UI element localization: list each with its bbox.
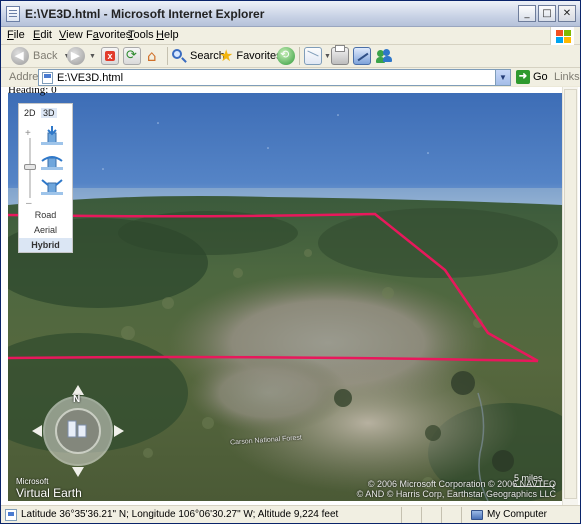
zoom-handle[interactable]	[24, 164, 36, 170]
map-3d-view[interactable]: 2D 3D + – Road Aerial Hybrid N Carson Na…	[8, 93, 562, 501]
minimize-button[interactable]: _	[518, 5, 536, 22]
toolbar: ◀ Back ▼ ▶ ▼ x ⟳ ⌂	[1, 45, 580, 67]
style-road-button[interactable]: Road	[19, 208, 72, 222]
ve-logo-small: Microsoft	[16, 477, 49, 486]
search-icon	[171, 48, 187, 64]
tilt-down-icon[interactable]	[39, 126, 65, 146]
go-button[interactable]: ➜ Go	[516, 70, 548, 84]
windows-logo-icon	[550, 27, 574, 45]
status-divider	[421, 507, 422, 523]
map-navigation-control: 2D 3D + – Road Aerial Hybrid	[18, 103, 73, 253]
map-copyright: © 2006 Microsoft Corporation © 2006 NAVT…	[356, 479, 556, 499]
computer-icon	[471, 509, 483, 520]
chevron-down-icon: ▼	[89, 52, 96, 60]
stop-icon: x	[101, 47, 119, 65]
page-icon	[6, 6, 20, 22]
title-bar: E:\VE3D.html - Microsoft Internet Explor…	[1, 1, 580, 27]
browser-window: E:\VE3D.html - Microsoft Internet Explor…	[0, 0, 581, 524]
back-arrow-icon: ◀	[11, 47, 29, 65]
status-divider	[401, 507, 402, 523]
edit-button[interactable]	[353, 46, 371, 66]
status-text: Latitude 36°35'36.21" N; Longitude 106°0…	[21, 509, 339, 520]
forward-button[interactable]: ▶ ▼	[67, 46, 96, 66]
security-zone: My Computer	[471, 509, 547, 520]
mail-icon	[304, 47, 322, 65]
star-icon: ★	[219, 46, 234, 65]
edit-icon	[353, 47, 371, 65]
menu-help[interactable]: Help	[156, 29, 179, 41]
status-divider	[461, 507, 462, 523]
ve-logo: Virtual Earth	[16, 486, 82, 500]
home-button[interactable]: ⌂	[145, 46, 163, 66]
stop-button[interactable]: x	[101, 46, 119, 66]
mode-3d-button[interactable]: 3D	[41, 108, 57, 118]
address-input[interactable]: E:\VE3D.html ▼	[38, 69, 511, 86]
close-button[interactable]: ✕	[558, 5, 576, 22]
mode-2d-button[interactable]: 2D	[24, 108, 36, 118]
style-aerial-button[interactable]: Aerial	[19, 223, 72, 237]
tilt-up-icon[interactable]	[39, 176, 65, 196]
mail-button[interactable]: ▼	[304, 46, 331, 66]
messenger-icon	[375, 47, 393, 65]
printer-icon	[331, 45, 349, 65]
scrollbar-thumb[interactable]	[564, 89, 577, 499]
page-content: Heading: 0 2D 3D + – Road Aerial Hybrid …	[1, 87, 580, 505]
heading-readout: Heading: 0	[8, 87, 57, 96]
status-divider	[441, 507, 442, 523]
toolbar-separator	[167, 47, 168, 65]
rotate-view-icon[interactable]	[39, 151, 65, 171]
style-hybrid-button[interactable]: Hybrid	[19, 238, 72, 252]
toolbar-separator	[299, 47, 300, 65]
maximize-button[interactable]: □	[538, 5, 556, 22]
address-bar: Address E:\VE3D.html ▼ ➜ Go Links	[1, 67, 580, 86]
status-bar: Latitude 36°35'36.21" N; Longitude 106°0…	[1, 505, 580, 523]
forward-arrow-icon: ▶	[67, 47, 85, 65]
menu-file[interactable]: File	[7, 29, 25, 41]
address-url: E:\VE3D.html	[57, 72, 124, 84]
window-title: E:\VE3D.html - Microsoft Internet Explor…	[25, 7, 265, 21]
compass-control[interactable]: N	[30, 383, 126, 479]
refresh-button[interactable]: ⟳	[123, 46, 141, 66]
menu-bar: File Edit View Favorites Tools Help	[1, 27, 580, 45]
menu-edit[interactable]: Edit	[33, 29, 52, 41]
history-button[interactable]: ⟲	[277, 46, 295, 66]
links-toolbar[interactable]: Links	[554, 71, 580, 83]
messenger-button[interactable]	[375, 46, 393, 66]
search-button[interactable]: Search	[171, 46, 225, 66]
history-icon: ⟲	[277, 47, 295, 65]
menu-favorites[interactable]: Favorites	[86, 29, 131, 41]
zoom-slider[interactable]: + –	[24, 128, 36, 209]
vertical-scrollbar[interactable]	[562, 87, 578, 505]
print-button[interactable]	[331, 45, 349, 66]
compass-north-label: N	[73, 394, 81, 405]
back-button[interactable]: ◀ Back ▼	[11, 46, 70, 66]
chevron-down-icon: ▼	[324, 52, 331, 60]
menu-view[interactable]: View	[59, 29, 83, 41]
home-icon: ⌂	[147, 47, 157, 65]
page-icon	[5, 509, 17, 521]
go-arrow-icon: ➜	[516, 70, 530, 84]
favorites-button[interactable]: ★ Favorites	[219, 46, 282, 66]
window-controls: _ □ ✕	[518, 5, 576, 22]
page-icon	[42, 72, 53, 84]
refresh-icon: ⟳	[123, 47, 141, 65]
menu-tools[interactable]: Tools	[128, 29, 154, 41]
address-dropdown-button[interactable]: ▼	[495, 70, 510, 85]
